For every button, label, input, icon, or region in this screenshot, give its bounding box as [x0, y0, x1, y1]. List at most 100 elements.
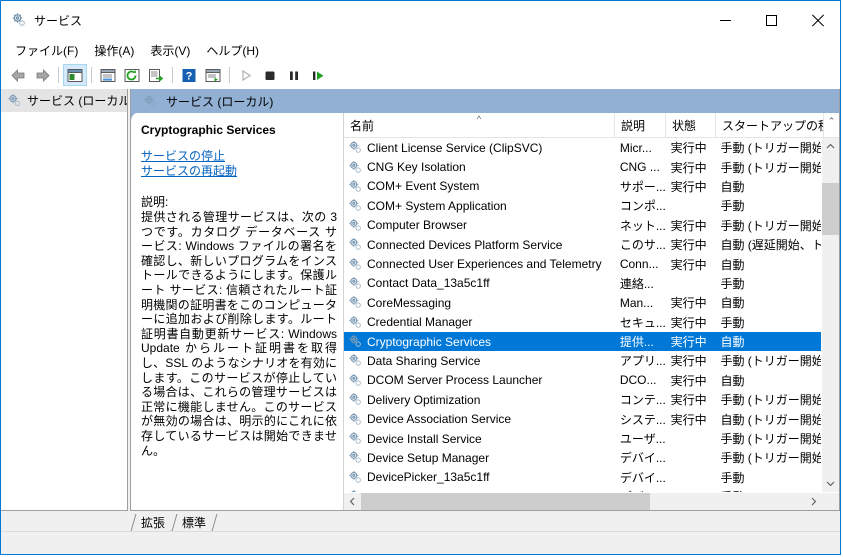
start-service-button[interactable] [234, 64, 258, 86]
menu-bar: ファイル(F) 操作(A) 表示(V) ヘルプ(H) [1, 39, 840, 62]
services-gear-icon [11, 12, 27, 28]
back-button[interactable] [6, 64, 30, 86]
cell-description: Micr... [619, 140, 652, 155]
column-header-description-label: 説明 [621, 118, 646, 133]
table-row[interactable]: CoreMessaging Man... 実行中 自動 [344, 293, 821, 312]
export-list-icon [149, 68, 164, 82]
column-header-status[interactable]: 状態 [666, 113, 716, 137]
table-row[interactable]: Credential Manager セキュ... 実行中 手動 [344, 313, 821, 332]
scroll-left-button[interactable] [344, 493, 361, 510]
services-gear-icon [143, 94, 158, 109]
pane-header-label: サービス (ローカル) [166, 94, 274, 109]
menu-view[interactable]: 表示(V) [144, 39, 200, 63]
cell-service-name: Data Sharing Service [344, 353, 614, 368]
column-header-name[interactable]: 名前 ^ [344, 113, 615, 137]
table-row[interactable]: Device Association Service システ... 実行中 自動 (ト… [344, 409, 821, 428]
table-row[interactable]: Device Setup Manager デバイ... 手動 (トリガー開始) [344, 448, 821, 467]
show-console-button[interactable] [201, 64, 225, 86]
table-row[interactable]: COM+ System Application コンポ... 手動 [344, 196, 821, 215]
menu-help[interactable]: ヘルプ(H) [200, 39, 269, 63]
cell-status: 実行中 [670, 373, 707, 388]
table-row[interactable]: DevicePicker_13a5c1ff デバイ... 手動 [344, 468, 821, 487]
table-row[interactable]: Device Install Service ユーザ... 手動 (トリガー開始) [344, 429, 821, 448]
service-gear-icon [348, 140, 363, 155]
show-hide-tree-button[interactable] [63, 64, 87, 86]
export-list-button[interactable] [144, 64, 168, 86]
restart-service-link[interactable]: サービスの再起動 [141, 164, 237, 179]
cell-startup-type: 手動 (トリガー開始) [720, 218, 821, 233]
cell-startup-type: 手動 (トリガー開始) [720, 432, 821, 447]
cell-description: コンポ... [619, 199, 665, 214]
table-row[interactable]: Cryptographic Services 提供... 実行中 自動 [344, 331, 821, 352]
table-row[interactable]: Client License Service (ClipSVC) Micr... 実… [344, 138, 821, 157]
service-name-label: Data Sharing Service [367, 353, 481, 368]
maximize-button[interactable] [748, 1, 794, 39]
service-gear-icon [348, 450, 363, 465]
tab-standard[interactable]: 標準 [171, 514, 216, 531]
horizontal-scrollbar[interactable] [344, 492, 839, 510]
cell-status: 実行中 [670, 335, 707, 350]
back-icon [10, 68, 24, 82]
refresh-button[interactable] [120, 64, 144, 86]
pause-service-icon [290, 71, 298, 80]
table-row[interactable]: Computer Browser ネット... 実行中 手動 (トリガー開始) [344, 216, 821, 235]
tab-extended[interactable]: 拡張 [130, 514, 175, 531]
cell-status: 実行中 [670, 218, 707, 233]
scroll-up-button[interactable] [822, 138, 839, 155]
cell-description: セキュ... [619, 315, 665, 330]
table-row[interactable]: Contact Data_13a5c1ff 連絡... 手動 [344, 274, 821, 293]
service-gear-icon [348, 198, 363, 213]
show-hide-tree-icon [67, 68, 83, 82]
stop-service-button[interactable] [258, 64, 282, 86]
table-row[interactable]: DCOM Server Process Launcher DCO... 実行中 自動 [344, 371, 821, 390]
toolbar-separator [229, 67, 230, 83]
table-row[interactable]: COM+ Event System サポー... 実行中 自動 [344, 177, 821, 196]
cell-status: 実行中 [670, 179, 707, 194]
restart-service-icon [312, 71, 323, 80]
column-header-description[interactable]: 説明 [615, 113, 666, 137]
services-gear-icon [7, 93, 22, 108]
horizontal-scroll-thumb[interactable] [361, 493, 650, 510]
cell-description: サポー... [619, 179, 665, 194]
title-bar: サービス [1, 1, 840, 39]
horizontal-scroll-track[interactable] [361, 493, 805, 510]
table-row[interactable]: Connected User Experiences and Telemetry… [344, 254, 821, 273]
help-button[interactable]: ? [177, 64, 201, 86]
vertical-scroll-track[interactable] [822, 155, 839, 475]
cell-startup-type: 手動 [720, 470, 745, 485]
vertical-scroll-thumb[interactable] [822, 183, 839, 235]
table-row[interactable]: Connected Devices Platform Service このサ...… [344, 235, 821, 254]
table-row[interactable]: Data Sharing Service アプリ... 実行中 手動 (トリガー開始) [344, 351, 821, 370]
minimize-icon [719, 19, 731, 21]
vertical-scrollbar[interactable] [821, 138, 839, 492]
cell-status: 実行中 [670, 160, 707, 175]
cell-service-name: Contact Data_13a5c1ff [344, 276, 614, 291]
table-row[interactable]: Delivery Optimization コンテ... 実行中 手動 (トリガー開始… [344, 390, 821, 409]
cell-status: 実行中 [670, 354, 707, 369]
service-name-label: Device Association Service [367, 412, 512, 427]
properties-button[interactable] [96, 64, 120, 86]
close-button[interactable] [794, 1, 840, 39]
cell-service-name: CoreMessaging [344, 295, 614, 310]
stop-service-link[interactable]: サービスの停止 [141, 149, 225, 164]
pause-service-button[interactable] [282, 64, 306, 86]
scroll-right-button[interactable] [805, 493, 822, 510]
cell-service-name: Device Association Service [344, 412, 614, 427]
title-bar-left: サービス [1, 12, 82, 29]
table-row[interactable]: CNG Key Isolation CNG ... 実行中 手動 (トリガー開始) [344, 157, 821, 176]
menu-action[interactable]: 操作(A) [88, 39, 144, 63]
header-scroll-spacer: ⌃ [823, 113, 839, 137]
column-header-startup-type[interactable]: スタートアップの種類 [716, 113, 823, 137]
services-window: サービス ファイル(F) 操作(A) 表示(V) ヘルプ(H) ? サービス (… [0, 0, 841, 555]
scroll-down-button[interactable] [822, 475, 839, 492]
service-name-label: Client License Service (ClipSVC) [367, 140, 543, 155]
restart-service-button[interactable] [306, 64, 330, 86]
service-name-label: Connected Devices Platform Service [367, 237, 563, 252]
service-gear-icon [348, 276, 363, 291]
console-tree-pane: サービス (ローカル) [1, 89, 128, 511]
menu-file[interactable]: ファイル(F) [9, 39, 88, 63]
service-gear-icon [348, 179, 363, 194]
tree-item-services-local[interactable]: サービス (ローカル) [1, 89, 127, 112]
forward-button[interactable] [30, 64, 54, 86]
minimize-button[interactable] [702, 1, 748, 39]
